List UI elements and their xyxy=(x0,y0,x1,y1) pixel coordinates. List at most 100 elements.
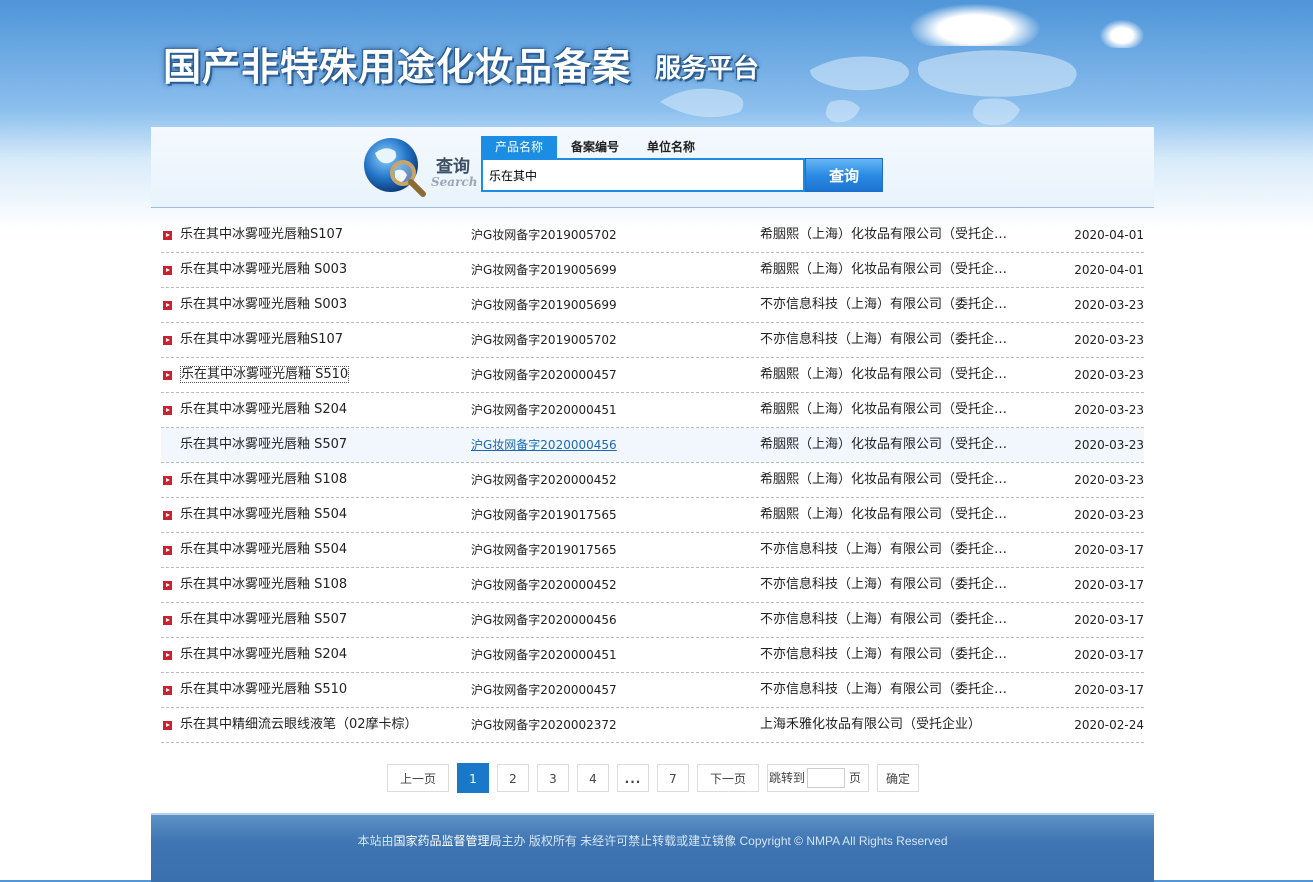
copyright-prefix: 本站由 xyxy=(357,834,394,848)
product-name-link[interactable]: 乐在其中冰雾哑光唇釉 S003 xyxy=(180,253,460,287)
footer: 本站由国家药品监督管理局主办 版权所有 未经许可禁止转载或建立镜像 Copyri… xyxy=(151,813,1154,882)
search-button[interactable]: 查询 xyxy=(805,158,883,192)
pagination: 上一页 1 2 3 4 ... 7 下一页 跳转到 页 确定 xyxy=(387,763,927,793)
page-button[interactable]: 2 xyxy=(497,764,529,792)
record-date: 2020-03-23 xyxy=(1074,508,1144,522)
arrow-bullet-icon xyxy=(163,721,172,730)
arrow-bullet-icon xyxy=(163,301,172,310)
tab-record-number[interactable]: 备案编号 xyxy=(557,136,633,158)
arrow-bullet-icon xyxy=(163,581,172,590)
page-button[interactable]: 4 xyxy=(577,764,609,792)
table-row: 乐在其中冰雾哑光唇釉 S510 沪G妆网备字2020000457 希胭熙（上海）… xyxy=(161,358,1144,393)
arrow-bullet-icon xyxy=(163,651,172,660)
table-row: 乐在其中冰雾哑光唇釉 S003 沪G妆网备字2019005699 不亦信息科技（… xyxy=(161,288,1144,323)
table-row-hovered: 乐在其中冰雾哑光唇釉 S507 沪G妆网备字2020000456 希胭熙（上海）… xyxy=(161,428,1144,463)
table-row: 乐在其中冰雾哑光唇釉 S507 沪G妆网备字2020000456 不亦信息科技（… xyxy=(161,603,1144,638)
arrow-bullet-icon xyxy=(163,336,172,345)
record-date: 2020-03-17 xyxy=(1074,648,1144,662)
page-unit-label: 页 xyxy=(849,771,862,785)
product-name-link[interactable]: 乐在其中冰雾哑光唇釉S107 xyxy=(180,218,460,252)
record-number-link[interactable]: 沪G妆网备字2020000456 xyxy=(471,438,617,452)
product-name-link[interactable]: 乐在其中冰雾哑光唇釉 S003 xyxy=(180,288,460,322)
page-button[interactable]: 3 xyxy=(537,764,569,792)
jump-to-page: 跳转到 页 xyxy=(767,764,869,792)
product-name-link[interactable]: 乐在其中冰雾哑光唇釉 S204 xyxy=(180,638,460,672)
product-name-link[interactable]: 乐在其中冰雾哑光唇釉 S507 xyxy=(180,428,460,462)
next-page-button[interactable]: 下一页 xyxy=(697,764,759,792)
product-name-link[interactable]: 乐在其中冰雾哑光唇釉 S108 xyxy=(180,568,460,602)
company-name: 希胭熙（上海）化妆品有限公司（受托企… xyxy=(760,402,1008,417)
search-panel: 查询 Search 产品名称 备案编号 单位名称 查询 xyxy=(151,127,1154,208)
arrow-bullet-icon xyxy=(163,616,172,625)
search-input[interactable] xyxy=(481,158,805,192)
company-name: 不亦信息科技（上海）有限公司（委托企… xyxy=(760,577,1008,592)
company-name: 不亦信息科技（上海）有限公司（委托企… xyxy=(760,647,1008,662)
table-row: 乐在其中冰雾哑光唇釉 S510 沪G妆网备字2020000457 不亦信息科技（… xyxy=(161,673,1144,708)
company-name: 不亦信息科技（上海）有限公司（委托企… xyxy=(760,612,1008,627)
record-date: 2020-03-17 xyxy=(1074,543,1144,557)
company-name: 希胭熙（上海）化妆品有限公司（受托企… xyxy=(760,507,1008,522)
product-name-link[interactable]: 乐在其中冰雾哑光唇釉 S204 xyxy=(180,393,460,427)
record-date: 2020-03-23 xyxy=(1074,473,1144,487)
table-row: 乐在其中冰雾哑光唇釉 S108 沪G妆网备字2020000452 希胭熙（上海）… xyxy=(161,463,1144,498)
focused-link-text[interactable]: 乐在其中冰雾哑光唇釉 S510 xyxy=(180,366,350,383)
tab-product-name[interactable]: 产品名称 xyxy=(481,136,558,158)
record-number[interactable]: 沪G妆网备字2019005702 xyxy=(471,323,731,357)
table-row: 乐在其中冰雾哑光唇釉 S204 沪G妆网备字2020000451 不亦信息科技（… xyxy=(161,638,1144,673)
record-date: 2020-04-01 xyxy=(1074,228,1144,242)
record-number[interactable]: 沪G妆网备字2020000456 xyxy=(471,428,731,462)
product-name-link[interactable]: 乐在其中冰雾哑光唇釉 S504 xyxy=(180,533,460,567)
record-number[interactable]: 沪G妆网备字2020000452 xyxy=(471,463,731,497)
arrow-bullet-icon xyxy=(163,406,172,415)
record-number[interactable]: 沪G妆网备字2019005702 xyxy=(471,218,731,252)
search-title-en: Search xyxy=(431,175,478,189)
record-number[interactable]: 沪G妆网备字2020000457 xyxy=(471,673,731,707)
product-name-link[interactable]: 乐在其中冰雾哑光唇釉 S108 xyxy=(180,463,460,497)
arrow-bullet-icon xyxy=(163,546,172,555)
results-list: 乐在其中冰雾哑光唇釉S107 沪G妆网备字2019005702 希胭熙（上海）化… xyxy=(161,218,1144,743)
record-number[interactable]: 沪G妆网备字2019005699 xyxy=(471,253,731,287)
search-tabs: 产品名称 备案编号 单位名称 xyxy=(481,136,709,158)
company-name: 希胭熙（上海）化妆品有限公司（受托企… xyxy=(760,227,1008,242)
product-name-link[interactable]: 乐在其中冰雾哑光唇釉 S510 xyxy=(180,358,460,392)
arrow-bullet-icon xyxy=(163,511,172,520)
record-number[interactable]: 沪G妆网备字2019005699 xyxy=(471,288,731,322)
record-number[interactable]: 沪G妆网备字2020000456 xyxy=(471,603,731,637)
record-number[interactable]: 沪G妆网备字2019017565 xyxy=(471,498,731,532)
record-number[interactable]: 沪G妆网备字2020000452 xyxy=(471,568,731,602)
page-button-last[interactable]: 7 xyxy=(657,764,689,792)
page-button-current[interactable]: 1 xyxy=(457,763,489,793)
arrow-bullet-icon xyxy=(163,686,172,695)
record-number[interactable]: 沪G妆网备字2019017565 xyxy=(471,533,731,567)
company-name: 不亦信息科技（上海）有限公司（委托企… xyxy=(760,332,1008,347)
company-name: 希胭熙（上海）化妆品有限公司（受托企… xyxy=(760,262,1008,277)
record-number[interactable]: 沪G妆网备字2020000457 xyxy=(471,358,731,392)
product-name-link[interactable]: 乐在其中精细流云眼线液笔（02摩卡棕） xyxy=(180,708,460,742)
jump-page-input[interactable] xyxy=(807,768,846,788)
table-row: 乐在其中冰雾哑光唇釉S107 沪G妆网备字2019005702 不亦信息科技（上… xyxy=(161,323,1144,358)
record-date: 2020-04-01 xyxy=(1074,263,1144,277)
record-number[interactable]: 沪G妆网备字2020000451 xyxy=(471,393,731,427)
product-name-link[interactable]: 乐在其中冰雾哑光唇釉 S504 xyxy=(180,498,460,532)
company-name: 不亦信息科技（上海）有限公司（委托企… xyxy=(760,297,1008,312)
arrow-bullet-icon xyxy=(163,371,172,380)
confirm-jump-button[interactable]: 确定 xyxy=(877,764,919,792)
record-number[interactable]: 沪G妆网备字2020000451 xyxy=(471,638,731,672)
company-name: 不亦信息科技（上海）有限公司（委托企… xyxy=(760,682,1008,697)
product-name-link[interactable]: 乐在其中冰雾哑光唇釉S107 xyxy=(180,323,460,357)
company-name: 希胭熙（上海）化妆品有限公司（受托企… xyxy=(760,437,1008,452)
tab-company-name[interactable]: 单位名称 xyxy=(633,136,709,158)
product-name-link[interactable]: 乐在其中冰雾哑光唇釉 S510 xyxy=(180,673,460,707)
copyright-text: 本站由国家药品监督管理局主办 版权所有 未经许可禁止转载或建立镜像 Copyri… xyxy=(151,832,1154,849)
table-row: 乐在其中冰雾哑光唇釉 S504 沪G妆网备字2019017565 希胭熙（上海）… xyxy=(161,498,1144,533)
product-name-link[interactable]: 乐在其中冰雾哑光唇釉 S507 xyxy=(180,603,460,637)
record-date: 2020-03-23 xyxy=(1074,438,1144,452)
arrow-bullet-icon xyxy=(163,266,172,275)
prev-page-button[interactable]: 上一页 xyxy=(387,764,449,792)
jump-label: 跳转到 xyxy=(769,771,806,785)
company-name: 希胭熙（上海）化妆品有限公司（受托企… xyxy=(760,472,1008,487)
record-date: 2020-03-17 xyxy=(1074,578,1144,592)
site-subtitle: 服务平台 xyxy=(655,54,760,84)
record-date: 2020-03-23 xyxy=(1074,333,1144,347)
record-number[interactable]: 沪G妆网备字2020002372 xyxy=(471,708,731,742)
